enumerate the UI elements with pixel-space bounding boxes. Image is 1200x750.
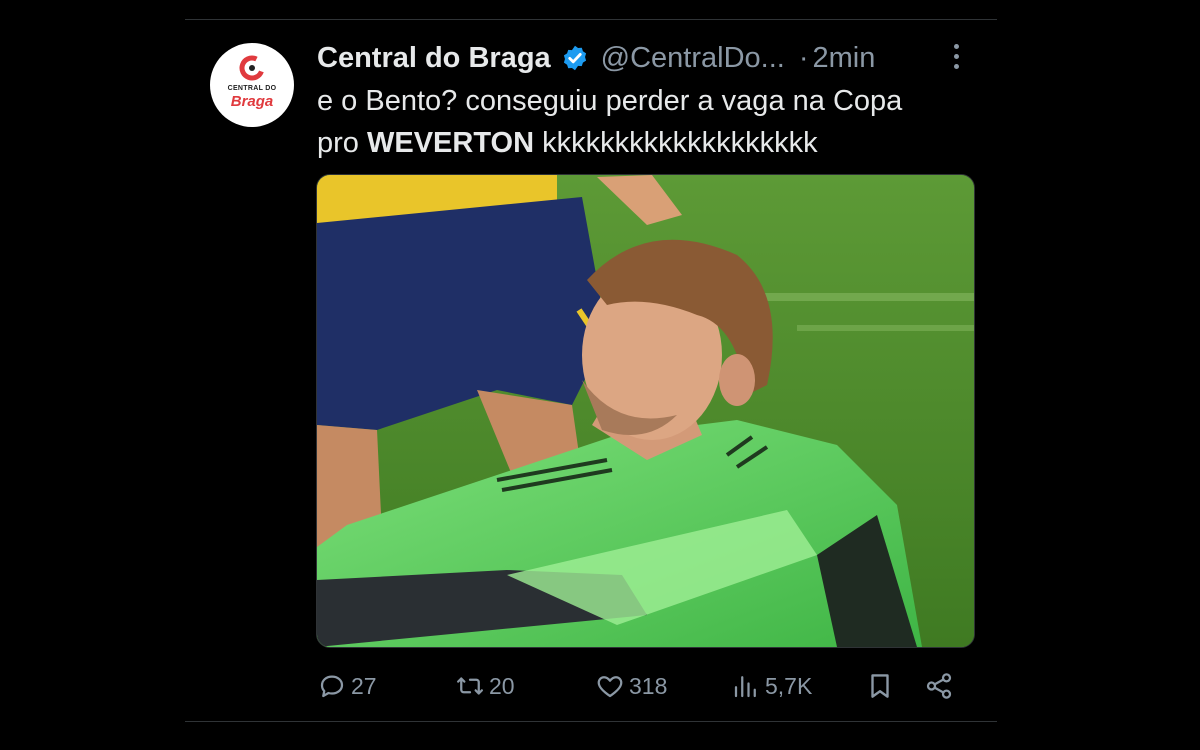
reply-icon bbox=[320, 675, 344, 698]
tweet-media-photo[interactable] bbox=[316, 174, 975, 648]
bottom-divider bbox=[185, 721, 997, 722]
bookmark-button[interactable] bbox=[865, 668, 895, 704]
tweet-text-line1: e o Bento? conseguiu perder a vaga na Co… bbox=[317, 85, 903, 117]
tweet-text: e o Bento? conseguiu perder a vaga na Co… bbox=[317, 80, 977, 164]
tweet-text-pre: pro bbox=[317, 127, 367, 159]
share-icon bbox=[926, 673, 952, 699]
tweet-text-post: kkkkkkkkkkkkkkkkkkk bbox=[534, 127, 818, 159]
share-button[interactable] bbox=[924, 668, 954, 704]
retweet-button[interactable]: 20 bbox=[455, 668, 515, 704]
tweet-actions: 27 20 318 5,7K bbox=[317, 668, 967, 704]
more-icon[interactable] bbox=[949, 44, 963, 74]
retweet-count: 20 bbox=[489, 672, 515, 699]
retweet-icon bbox=[457, 677, 483, 695]
reply-count: 27 bbox=[351, 672, 377, 699]
author-name[interactable]: Central do Braga bbox=[317, 42, 551, 75]
time-separator: · bbox=[798, 41, 809, 74]
tweet-text-line2: pro WEVERTON kkkkkkkkkkkkkkkkkkk bbox=[317, 122, 977, 164]
brand-logo-icon bbox=[239, 55, 265, 81]
bookmark-icon bbox=[871, 674, 889, 698]
views-button[interactable]: 5,7K bbox=[731, 668, 812, 704]
tweet-header: Central do Braga @CentralDo... · 2min bbox=[317, 38, 977, 78]
like-icon bbox=[597, 676, 623, 698]
avatar-text-brand: Braga bbox=[230, 93, 274, 110]
goalkeeper-photo bbox=[317, 175, 974, 647]
tweet-timestamp[interactable]: 2min bbox=[813, 42, 876, 75]
tweet-card[interactable]: CENTRAL DO Braga Central do Braga @Centr… bbox=[185, 20, 997, 720]
views-count: 5,7K bbox=[765, 672, 813, 699]
avatar-text-top: CENTRAL DO bbox=[227, 85, 277, 92]
views-icon bbox=[734, 676, 756, 698]
avatar[interactable]: CENTRAL DO Braga bbox=[210, 43, 294, 127]
verified-badge-icon[interactable] bbox=[561, 44, 589, 72]
reply-button[interactable]: 27 bbox=[317, 668, 377, 704]
author-handle[interactable]: @CentralDo... bbox=[601, 42, 785, 75]
like-count: 318 bbox=[629, 672, 668, 699]
tweet-text-bold: WEVERTON bbox=[366, 127, 535, 159]
like-button[interactable]: 318 bbox=[595, 668, 667, 704]
